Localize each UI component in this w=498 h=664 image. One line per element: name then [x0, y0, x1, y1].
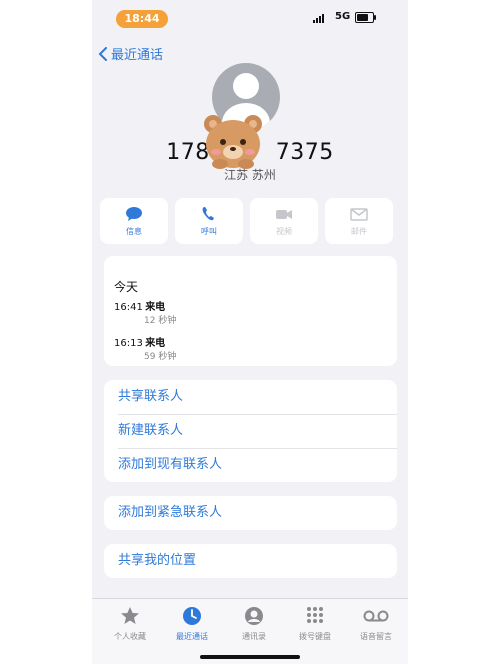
call-duration: 12 秒钟 [144, 316, 177, 326]
bear-sticker-icon [204, 115, 262, 169]
status-time: 18:44 [116, 10, 168, 28]
call-entry: 16:13 来电 59 秒钟 [114, 334, 176, 362]
share-location-button[interactable]: 共享我的位置 [104, 544, 397, 578]
tab-contacts[interactable]: 通讯录 [224, 605, 284, 642]
message-bubble-icon [126, 206, 142, 221]
contact-location: 江苏 苏州 [224, 168, 276, 182]
call-time: 16:41 [114, 302, 143, 313]
tab-label: 通讯录 [242, 632, 266, 641]
battery-icon [355, 12, 376, 23]
call-entry: 16:41 来电 12 秒钟 [114, 298, 176, 326]
tab-label: 拨号键盘 [299, 632, 331, 641]
call-history-day: 今天 [114, 280, 139, 294]
phone-number-suffix: 7375 [275, 140, 334, 165]
video-button[interactable]: 视频 [250, 198, 318, 244]
call-button-label: 呼叫 [201, 226, 217, 236]
keypad-icon [307, 607, 323, 623]
contact-actions-card: 共享联系人 新建联系人 添加到现有联系人 [104, 380, 397, 482]
create-contact-button[interactable]: 新建联系人 [104, 414, 397, 448]
tab-voicemail[interactable]: 语音留言 [346, 605, 406, 642]
add-emergency-contact-button[interactable]: 添加到紧急联系人 [104, 496, 397, 530]
call-type: 来电 [145, 338, 166, 349]
action-buttons: 信息 呼叫 视频 邮件 [100, 198, 393, 244]
phone-icon [202, 206, 214, 220]
back-button[interactable]: 最近通话 [98, 44, 163, 63]
share-contact-button[interactable]: 共享联系人 [104, 380, 397, 414]
call-duration: 59 秒钟 [144, 352, 177, 362]
star-icon [121, 607, 139, 624]
message-button-label: 信息 [126, 226, 142, 236]
back-label: 最近通话 [111, 48, 164, 63]
mail-button[interactable]: 邮件 [325, 198, 393, 244]
person-circle-icon [245, 607, 263, 625]
message-button[interactable]: 信息 [100, 198, 168, 244]
chevron-left-icon [98, 46, 107, 61]
clock-icon [183, 607, 201, 625]
video-button-label: 视频 [276, 226, 292, 236]
tab-keypad[interactable]: 拨号键盘 [285, 605, 345, 642]
call-button[interactable]: 呼叫 [175, 198, 243, 244]
tab-label: 个人收藏 [114, 632, 146, 641]
video-camera-icon [276, 209, 292, 219]
call-history-card: 今天 16:41 来电 12 秒钟 16:13 来电 59 秒钟 [104, 256, 397, 366]
signal-icon [313, 14, 324, 23]
mail-button-label: 邮件 [351, 226, 367, 236]
tab-favorites[interactable]: 个人收藏 [100, 605, 160, 642]
tab-label: 最近通话 [176, 632, 208, 641]
add-to-existing-contact-button[interactable]: 添加到现有联系人 [104, 448, 397, 482]
voicemail-icon [363, 610, 389, 622]
call-time: 16:13 [114, 338, 143, 349]
location-card: 共享我的位置 [104, 544, 397, 578]
tab-label: 语音留言 [360, 632, 392, 641]
tab-recents[interactable]: 最近通话 [162, 605, 222, 642]
network-label: 5G [335, 11, 351, 22]
call-type: 来电 [145, 302, 166, 313]
phone-screen: 18:44 5G 最近通话 178 7375 江苏 苏州 信息 呼叫 视频 邮件… [92, 0, 408, 664]
emergency-card: 添加到紧急联系人 [104, 496, 397, 530]
mail-icon [350, 207, 368, 221]
home-indicator [200, 655, 300, 659]
